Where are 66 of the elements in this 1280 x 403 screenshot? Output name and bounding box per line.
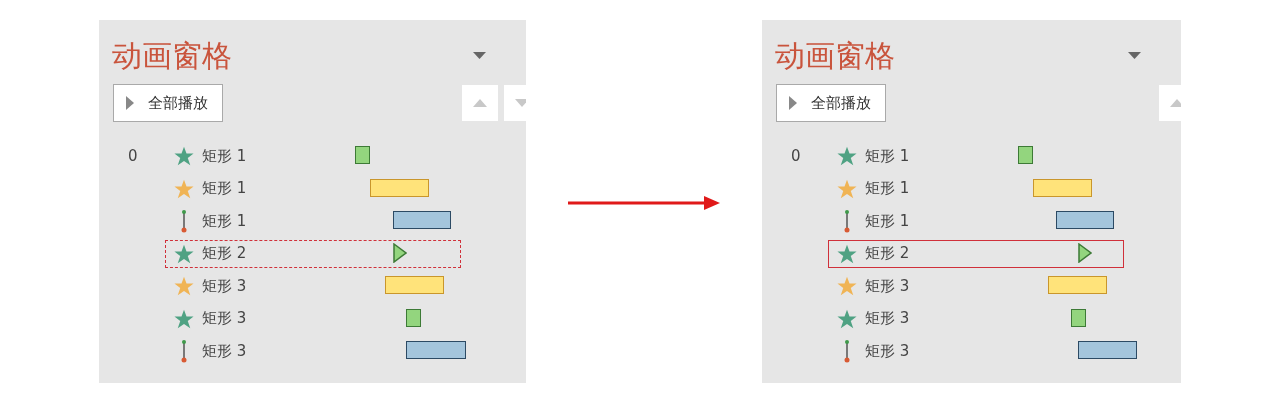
- sequence-number: 0: [791, 147, 801, 166]
- play-all-button[interactable]: 全部播放: [776, 84, 886, 122]
- star-icon: [174, 243, 194, 264]
- arrow-icon: [568, 195, 720, 211]
- timing-bar[interactable]: [392, 211, 451, 230]
- item-label: 矩形 1: [865, 211, 910, 231]
- sequence-number: 0: [128, 147, 138, 166]
- timing-bar[interactable]: [1070, 308, 1086, 327]
- animation-item[interactable]: 矩形 1: [165, 174, 461, 203]
- star-icon: [174, 146, 194, 167]
- caret-up-icon: [473, 99, 487, 107]
- item-label: 矩形 1: [865, 146, 910, 166]
- animation-item[interactable]: 矩形 1: [828, 174, 1124, 203]
- timing-bar[interactable]: [406, 308, 421, 327]
- animation-item[interactable]: 矩形 3: [165, 337, 467, 366]
- motion-path-icon: [844, 339, 850, 364]
- motion-path-icon: [844, 209, 850, 234]
- item-label: 矩形 1: [202, 211, 247, 231]
- star-icon: [837, 178, 857, 199]
- trigger-marker-icon: [1078, 242, 1092, 263]
- star-icon: [837, 243, 857, 264]
- timing-bar[interactable]: [355, 146, 370, 165]
- animation-item[interactable]: 矩形 1: [165, 142, 461, 171]
- motion-path-icon: [181, 339, 187, 364]
- item-label: 矩形 2: [865, 244, 910, 264]
- pane-title: 动画窗格: [775, 38, 895, 74]
- timing-bar[interactable]: [406, 341, 466, 360]
- item-label: 矩形 1: [202, 146, 247, 166]
- caret-up-icon: [1170, 99, 1181, 107]
- star-icon: [837, 276, 857, 297]
- timing-bar[interactable]: [1055, 211, 1114, 230]
- item-label: 矩形 2: [202, 244, 247, 264]
- play-icon: [789, 96, 797, 110]
- play-all-button[interactable]: 全部播放: [113, 84, 223, 122]
- item-label: 矩形 3: [202, 276, 247, 296]
- star-icon: [174, 276, 194, 297]
- star-icon: [174, 178, 194, 199]
- motion-path-icon: [181, 209, 187, 234]
- animation-item[interactable]: 矩形 2: [828, 239, 1124, 268]
- animation-item[interactable]: 矩形 3: [165, 272, 461, 301]
- star-icon: [837, 308, 857, 329]
- caret-down-icon: [515, 99, 526, 107]
- animation-item[interactable]: 矩形 1: [165, 207, 461, 236]
- item-label: 矩形 1: [202, 179, 247, 199]
- item-label: 矩形 3: [202, 309, 247, 329]
- animation-item[interactable]: 矩形 3: [828, 304, 1124, 333]
- item-label: 矩形 1: [865, 179, 910, 199]
- animation-item[interactable]: 矩形 3: [828, 337, 1138, 366]
- item-label: 矩形 3: [202, 341, 247, 361]
- animation-item[interactable]: 矩形 1: [828, 142, 1124, 171]
- star-icon: [837, 146, 857, 167]
- play-icon: [126, 96, 134, 110]
- animation-item[interactable]: 矩形 3: [828, 272, 1124, 301]
- trigger-marker-icon: [392, 242, 407, 263]
- animation-item[interactable]: 矩形 1: [828, 207, 1124, 236]
- item-label: 矩形 3: [865, 309, 910, 329]
- timing-bar[interactable]: [1018, 146, 1033, 165]
- timing-bar[interactable]: [1078, 341, 1137, 360]
- animation-item[interactable]: 矩形 3: [165, 304, 461, 333]
- animation-item[interactable]: 矩形 2: [165, 239, 461, 268]
- item-label: 矩形 3: [865, 276, 910, 296]
- star-icon: [174, 308, 194, 329]
- dropdown-caret-icon[interactable]: [473, 52, 486, 60]
- pane-title: 动画窗格: [112, 38, 232, 74]
- item-label: 矩形 3: [865, 341, 910, 361]
- dropdown-caret-icon[interactable]: [1128, 52, 1141, 60]
